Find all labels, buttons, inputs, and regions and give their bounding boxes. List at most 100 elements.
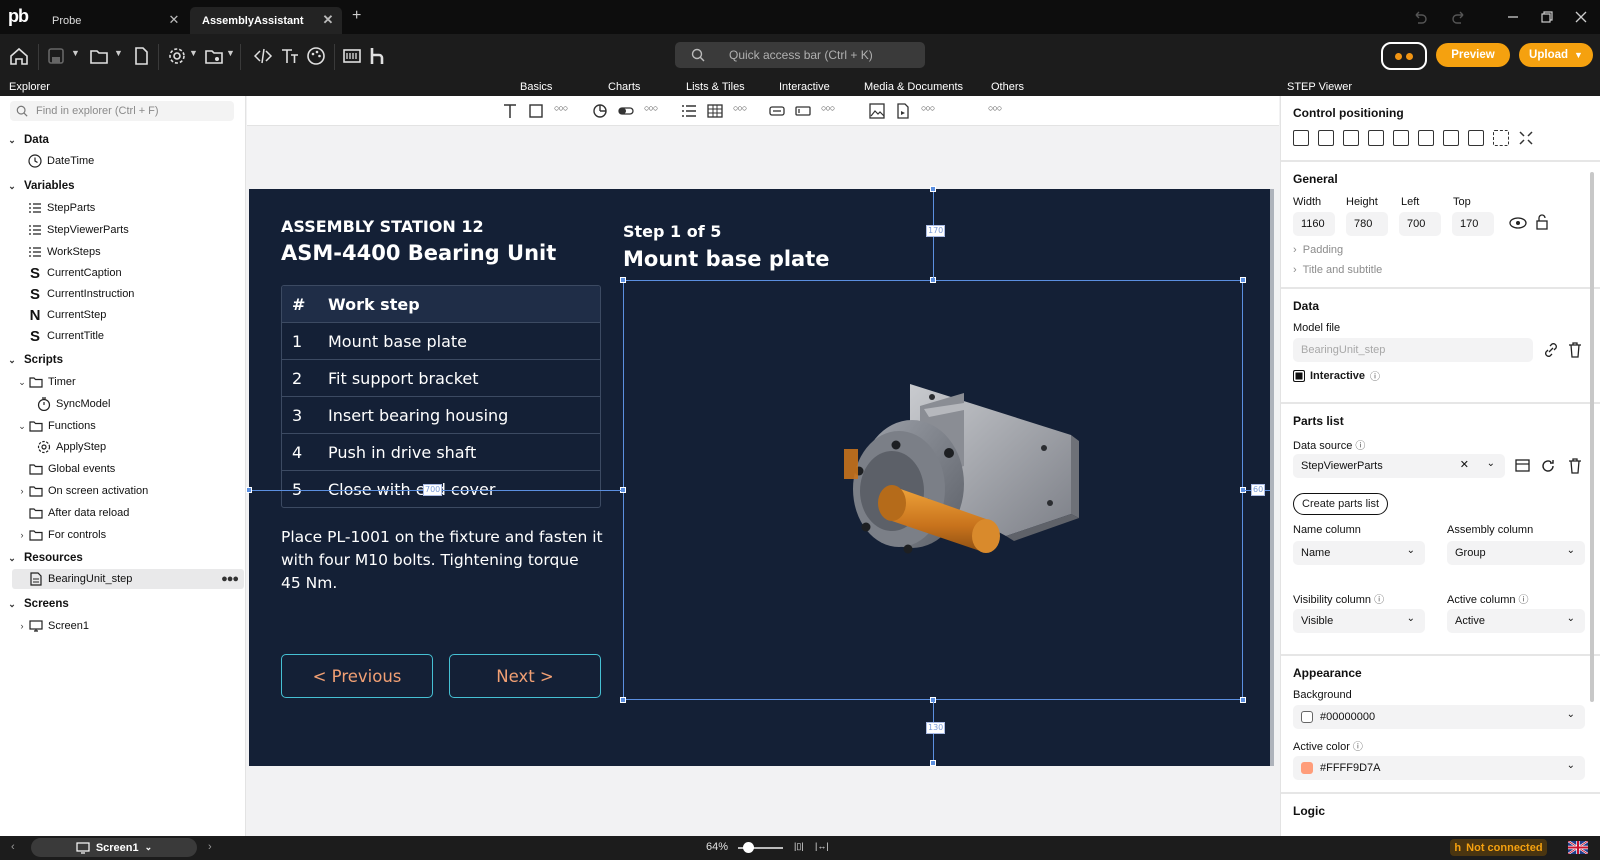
table-row[interactable]: 4 Push in drive shaft xyxy=(282,434,600,471)
tree-item-screen1[interactable]: › Screen1 xyxy=(0,616,89,636)
quick-access-bar[interactable]: Quick access bar (Ctrl + K) xyxy=(675,42,925,68)
progress-bar-icon[interactable] xyxy=(618,103,634,119)
close-window-icon[interactable] xyxy=(1572,8,1590,26)
height-input[interactable]: 780 xyxy=(1346,212,1388,236)
tree-item-currentstep[interactable]: N CurrentStep xyxy=(0,305,107,325)
tree-item-stepviewerparts[interactable]: StepViewerParts xyxy=(0,220,129,240)
tab-assemblyassistant[interactable]: AssemblyAssistant ✕ xyxy=(190,7,342,34)
resize-handle[interactable] xyxy=(620,697,626,703)
pie-chart-icon[interactable] xyxy=(592,103,608,119)
dock-left-icon[interactable] xyxy=(1293,130,1309,146)
input-control-icon[interactable] xyxy=(795,103,811,119)
tree-item-syncmodel[interactable]: SyncModel xyxy=(0,394,110,414)
more-charts-icon[interactable]: ○○○ xyxy=(644,103,660,119)
upload-button[interactable]: Upload ▼ xyxy=(1519,43,1593,67)
tree-item-currentcaption[interactable]: S CurrentCaption xyxy=(0,263,122,283)
chevron-down-icon[interactable]: ▼ xyxy=(226,48,235,58)
resize-handle[interactable] xyxy=(1240,697,1246,703)
tree-item-global-events[interactable]: Global events xyxy=(0,459,115,479)
chevron-right-icon[interactable]: › xyxy=(208,841,212,853)
info-icon[interactable]: ⓘ xyxy=(1355,441,1365,452)
restore-icon[interactable] xyxy=(1538,8,1556,26)
home-icon[interactable] xyxy=(8,45,30,67)
close-icon[interactable]: ✕ xyxy=(320,12,336,28)
tree-item-currentinstruction[interactable]: S CurrentInstruction xyxy=(0,284,134,304)
info-icon[interactable]: ⓘ xyxy=(1353,742,1363,753)
document-control-icon[interactable] xyxy=(895,103,911,119)
info-icon[interactable]: ⓘ xyxy=(1519,595,1529,606)
category-lists-tiles[interactable]: Lists & Tiles xyxy=(686,81,745,93)
gear-icon[interactable] xyxy=(166,45,188,67)
create-parts-list-button[interactable]: Create parts list xyxy=(1293,493,1389,515)
refresh-icon[interactable] xyxy=(1540,458,1556,474)
previous-button[interactable]: < Previous xyxy=(281,654,433,698)
text-control-icon[interactable] xyxy=(502,103,518,119)
connection-status[interactable]: h Not connected xyxy=(1450,839,1547,856)
category-basics[interactable]: Basics xyxy=(520,81,552,93)
fit-width-icon[interactable]: |↔| xyxy=(815,841,829,851)
section-resources[interactable]: ⌄ Resources xyxy=(0,548,83,568)
section-variables[interactable]: ⌄ Variables xyxy=(0,176,74,196)
top-input[interactable]: 170 xyxy=(1452,212,1494,236)
table-row[interactable]: 3 Insert bearing housing xyxy=(282,397,600,434)
more-media-icon[interactable]: ○○○ xyxy=(921,103,937,119)
redo-icon[interactable] xyxy=(1450,8,1468,26)
visibility-column-select[interactable]: Visible ⌄ xyxy=(1293,609,1425,633)
data-source-select[interactable]: StepViewerParts ✕ ⌄ xyxy=(1293,454,1505,478)
image-control-icon[interactable] xyxy=(869,103,885,119)
resize-handle[interactable] xyxy=(620,277,626,283)
assembly-column-select[interactable]: Group ⌄ xyxy=(1447,541,1585,565)
width-input[interactable]: 1160 xyxy=(1293,212,1335,236)
close-icon[interactable]: ✕ xyxy=(166,12,182,28)
tree-item-on-screen-activation[interactable]: › On screen activation xyxy=(0,481,149,501)
dock-top-icon[interactable] xyxy=(1318,130,1334,146)
dock-center-icon[interactable] xyxy=(1393,130,1409,146)
save-icon[interactable] xyxy=(45,45,67,67)
explorer-search-input[interactable]: Find in explorer (Ctrl + F) xyxy=(10,101,234,121)
list-control-icon[interactable] xyxy=(681,103,697,119)
language-flag-icon[interactable] xyxy=(1568,841,1588,854)
dock-right-icon[interactable] xyxy=(1343,130,1359,146)
more-others-icon[interactable]: ○○○ xyxy=(988,103,1004,119)
tree-item-currenttitle[interactable]: S CurrentTitle xyxy=(0,326,104,346)
assistant-avatar-button[interactable] xyxy=(1381,42,1427,70)
trash-icon[interactable] xyxy=(1568,458,1582,474)
expand-icon[interactable] xyxy=(1493,130,1509,146)
tree-item-for-controls[interactable]: › For controls xyxy=(0,525,107,545)
section-data[interactable]: ⌄ Data xyxy=(0,130,49,150)
link-icon[interactable] xyxy=(1543,342,1559,358)
code-icon[interactable] xyxy=(252,45,274,67)
gear-folder-icon[interactable] xyxy=(203,45,225,67)
dock-corner-icon[interactable] xyxy=(1418,130,1434,146)
background-color-input[interactable]: #00000000 ⌄ xyxy=(1293,705,1585,729)
properties-scrollbar[interactable] xyxy=(1590,172,1594,702)
tree-item-datetime[interactable]: DateTime xyxy=(0,151,94,171)
next-button[interactable]: Next > xyxy=(449,654,601,698)
table-row[interactable]: 1 Mount base plate xyxy=(282,323,600,360)
section-screens[interactable]: ⌄ Screens xyxy=(0,594,69,614)
tree-item-applystep[interactable]: ApplyStep xyxy=(0,437,106,457)
table-settings-icon[interactable] xyxy=(1515,458,1531,474)
interactive-checkbox[interactable]: Interactive ⓘ xyxy=(1293,368,1380,383)
model-file-input[interactable]: BearingUnit_step xyxy=(1293,338,1533,362)
category-charts[interactable]: Charts xyxy=(608,81,640,93)
tree-item-after-data-reload[interactable]: After data reload xyxy=(0,503,129,523)
more-basics-icon[interactable]: ○○○ xyxy=(554,103,570,119)
chevron-down-icon[interactable]: ▼ xyxy=(114,48,123,58)
undo-icon[interactable] xyxy=(1411,8,1429,26)
screen-selector[interactable]: Screen1 ⌄ xyxy=(31,838,197,857)
tab-probe[interactable]: Probe ✕ xyxy=(40,7,188,34)
table-control-icon[interactable] xyxy=(707,103,723,119)
info-icon[interactable]: ⓘ xyxy=(1370,368,1380,383)
new-tab-icon[interactable]: + xyxy=(352,7,361,25)
lock-icon[interactable] xyxy=(1535,214,1549,230)
canvas-scrollbar[interactable] xyxy=(1270,189,1274,766)
left-input[interactable]: 700 xyxy=(1399,212,1441,236)
chevron-down-icon[interactable]: ⌄ xyxy=(1487,458,1495,469)
folder-open-icon[interactable] xyxy=(88,45,110,67)
info-icon[interactable]: ⓘ xyxy=(1374,595,1384,606)
resize-handle[interactable] xyxy=(1240,277,1246,283)
button-control-icon[interactable] xyxy=(769,103,785,119)
title-subtitle-expander[interactable]: › Title and subtitle xyxy=(1293,264,1382,276)
bearing-unit-3d-model[interactable] xyxy=(624,281,1244,701)
